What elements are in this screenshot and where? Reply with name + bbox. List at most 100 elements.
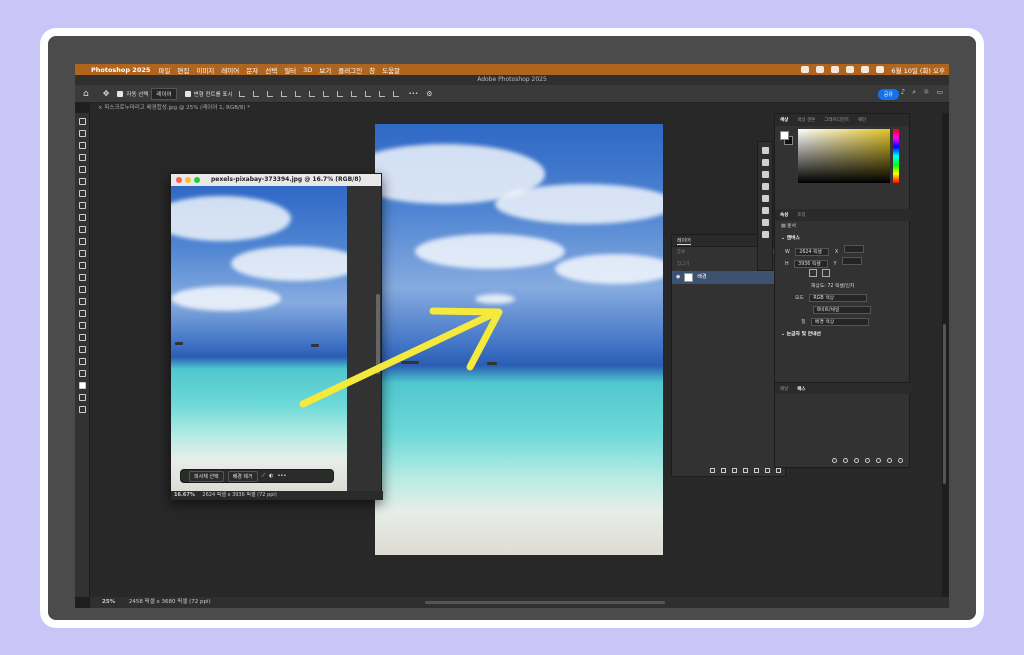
- more-tools-icon[interactable]: [78, 370, 86, 377]
- align-icon[interactable]: [238, 90, 245, 97]
- menu-type[interactable]: 문자: [246, 65, 258, 75]
- info-icon[interactable]: [761, 231, 769, 238]
- align-icon[interactable]: [280, 90, 287, 97]
- show-transform-checkbox[interactable]: [184, 90, 191, 97]
- menubar-clock[interactable]: 6월 10일 (화) 오후: [891, 65, 945, 75]
- move-tool-icon[interactable]: [78, 118, 86, 125]
- color-swatches-icon[interactable]: [78, 382, 86, 389]
- new-layer-icon[interactable]: [765, 467, 770, 473]
- add-mask-icon[interactable]: [876, 457, 881, 463]
- landscape-icon[interactable]: [821, 269, 830, 277]
- menu-3d[interactable]: 3D: [303, 66, 312, 74]
- height-field[interactable]: 3936 픽셀: [794, 260, 829, 268]
- status-icon[interactable]: [816, 66, 825, 73]
- menu-edit[interactable]: 편집: [177, 65, 189, 75]
- width-field[interactable]: 2624 픽셀: [795, 248, 830, 256]
- tab-properties[interactable]: 속성: [780, 212, 788, 218]
- eye-icon[interactable]: ◉: [676, 271, 680, 284]
- tab-panel[interactable]: 패널: [780, 386, 788, 392]
- more-button[interactable]: •••: [277, 473, 286, 479]
- share-button[interactable]: 공유: [877, 89, 899, 100]
- healing-tool-icon[interactable]: [78, 202, 86, 209]
- clone-source-icon[interactable]: [761, 183, 769, 190]
- adjust-icon[interactable]: ◐: [269, 473, 273, 479]
- link-icon[interactable]: [710, 467, 715, 473]
- layer-row-background[interactable]: ◉ 배경 🔒︎: [672, 271, 785, 284]
- align-icon[interactable]: [336, 90, 343, 97]
- auto-select-target-dropdown[interactable]: 레이어: [151, 87, 177, 100]
- fx-icon[interactable]: [721, 467, 726, 473]
- menu-image[interactable]: 이미지: [196, 65, 214, 75]
- play-icon[interactable]: [761, 159, 769, 166]
- menu-layer[interactable]: 레이어: [221, 65, 239, 75]
- tab-color[interactable]: 색상: [780, 117, 788, 123]
- history-icon[interactable]: [761, 147, 769, 154]
- zoom-tool-icon[interactable]: [78, 358, 86, 365]
- tab-gradients[interactable]: 그레이디언트: [824, 117, 849, 123]
- transform-icon[interactable]: ⟋: [262, 473, 266, 479]
- menu-select[interactable]: 선택: [265, 65, 277, 75]
- history-brush-tool-icon[interactable]: [78, 238, 86, 245]
- align-icon[interactable]: [308, 90, 315, 97]
- search-icon[interactable]: ⌕: [912, 88, 916, 97]
- bit-depth-dropdown[interactable]: 8비트/채널: [813, 306, 871, 314]
- mode-dropdown[interactable]: RGB 색상: [809, 294, 868, 302]
- main-document-image[interactable]: [375, 124, 663, 555]
- align-icon[interactable]: [294, 90, 301, 97]
- tab-paths[interactable]: 패스: [797, 386, 805, 392]
- stamp-tool-icon[interactable]: [78, 226, 86, 233]
- align-icon[interactable]: [252, 90, 259, 97]
- status-icon[interactable]: [846, 66, 855, 73]
- align-icon[interactable]: [266, 90, 273, 97]
- floating-document-image[interactable]: [171, 186, 347, 491]
- menu-help[interactable]: 도움말: [382, 65, 400, 75]
- floating-window-scrollbar[interactable]: [376, 294, 380, 374]
- x-field[interactable]: [843, 245, 864, 253]
- chevron-down-icon[interactable]: ⌄: [781, 236, 785, 241]
- vertical-scrollbar[interactable]: [943, 324, 946, 484]
- load-selection-icon[interactable]: [854, 457, 859, 463]
- new-path-icon[interactable]: [887, 457, 892, 463]
- quick-mask-icon[interactable]: [78, 394, 86, 401]
- brush-tool-icon[interactable]: [78, 214, 86, 221]
- align-icon[interactable]: [364, 90, 371, 97]
- align-icon[interactable]: [322, 90, 329, 97]
- gradient-tool-icon[interactable]: [78, 262, 86, 269]
- tab-swatches[interactable]: 색상 견본: [797, 117, 815, 123]
- adjustment-icon[interactable]: [743, 467, 748, 473]
- search-icon[interactable]: [876, 66, 885, 73]
- status-icon[interactable]: [831, 66, 840, 73]
- path-select-tool-icon[interactable]: [78, 322, 86, 329]
- floating-window-titlebar[interactable]: pexels-pixabay-373394.jpg @ 16.7% (RGB/8…: [171, 174, 381, 186]
- fill-path-icon[interactable]: [832, 457, 837, 463]
- shape-tool-icon[interactable]: [78, 334, 86, 341]
- document-tab[interactable]: × 피스크로누마리고 배경합성.jpg @ 25% (레이어 1, RGB/8)…: [90, 103, 949, 113]
- more-options-button[interactable]: •••: [409, 91, 419, 97]
- menu-window[interactable]: 창: [369, 65, 375, 75]
- remove-background-button[interactable]: 배경 제거: [227, 470, 258, 482]
- gear-icon[interactable]: ⚙: [426, 90, 432, 98]
- hue-slider[interactable]: [893, 129, 899, 183]
- minimize-button[interactable]: [185, 177, 191, 183]
- horizontal-scrollbar[interactable]: [425, 601, 665, 604]
- align-icon[interactable]: [378, 90, 385, 97]
- zoom-level[interactable]: 25%: [102, 599, 115, 605]
- menu-file[interactable]: 파일: [158, 65, 170, 75]
- quick-select-tool-icon[interactable]: [78, 154, 86, 161]
- select-subject-button[interactable]: 피사체 선택: [189, 470, 224, 482]
- chevron-down-icon[interactable]: ⌄: [781, 332, 785, 337]
- foreground-color-swatch[interactable]: [780, 131, 789, 140]
- tab-adjustments[interactable]: 조정: [797, 212, 805, 218]
- align-icon[interactable]: [392, 90, 399, 97]
- bell-icon[interactable]: ♪: [901, 88, 905, 97]
- align-icon[interactable]: [350, 90, 357, 97]
- frame-tool-icon[interactable]: [78, 178, 86, 185]
- type-tool-icon[interactable]: [78, 310, 86, 317]
- home-icon[interactable]: ⌂: [83, 89, 89, 99]
- eraser-tool-icon[interactable]: [78, 250, 86, 257]
- move-tool-icon[interactable]: ✥: [103, 89, 110, 98]
- trash-icon[interactable]: [776, 467, 781, 473]
- floating-zoom-level[interactable]: 16.67%: [174, 492, 195, 498]
- crop-tool-icon[interactable]: [78, 166, 86, 173]
- kind-filter-label[interactable]: 종류: [677, 247, 685, 259]
